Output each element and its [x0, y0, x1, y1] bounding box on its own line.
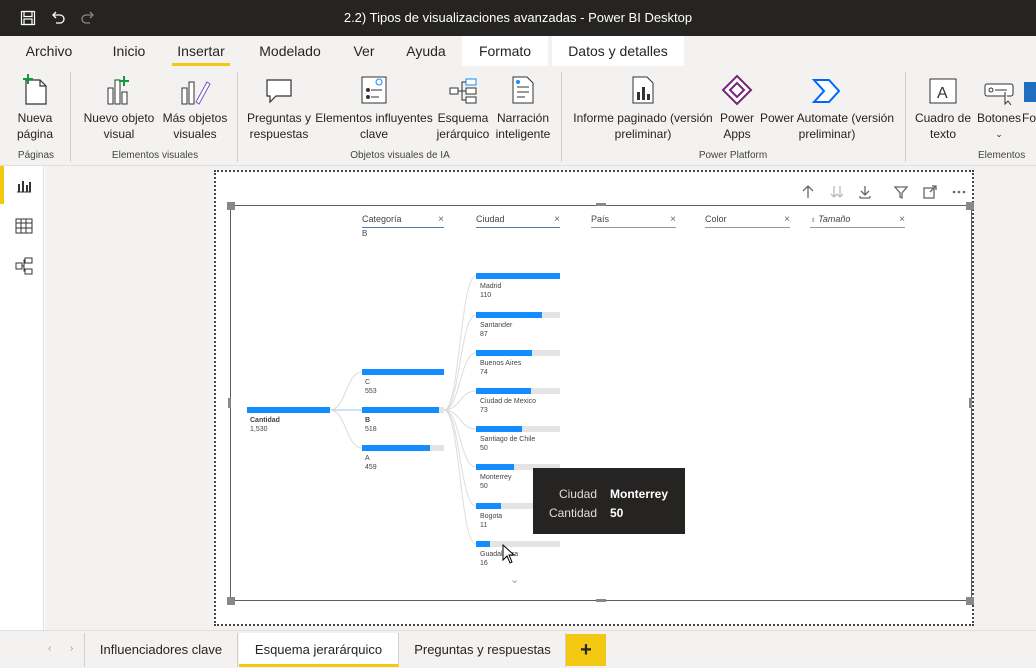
tree-node-value: 553	[365, 388, 377, 395]
tree-node-bar[interactable]	[476, 426, 560, 432]
tree-node-value: 50	[480, 483, 488, 490]
tooltip-key: Ciudad	[558, 487, 597, 501]
tree-node-fill	[476, 312, 543, 318]
tree-node-label: Cantidad	[250, 417, 280, 424]
page-tab-esquema[interactable]: Esquema jerarárquico	[239, 633, 399, 667]
chevron-left-icon[interactable]: ‹	[48, 643, 51, 654]
tree-node-label: Ciudad de Mexico	[480, 398, 537, 405]
tree-node-value: 50	[480, 445, 488, 452]
tree-node-bar[interactable]	[247, 407, 330, 413]
tree-node-bar[interactable]	[362, 407, 444, 413]
tree-node-fill	[476, 503, 502, 509]
page-tab-influenciadores[interactable]: Influenciadores clave	[84, 633, 238, 667]
tooltip: Ciudad Monterrey Cantidad 50	[533, 468, 685, 534]
scroll-down-chevron-icon[interactable]: ⌄	[510, 573, 519, 586]
tree-node-value: 16	[480, 560, 488, 567]
tree-node-bar[interactable]	[476, 350, 560, 356]
tree-node-value: 11	[480, 522, 488, 529]
tree-node-label: B	[365, 417, 371, 424]
tree-node-fill	[476, 350, 533, 356]
tree-node-fill	[476, 464, 514, 470]
tree-node-label: Buenos Aires	[480, 360, 522, 367]
tree-node-value: 518	[365, 426, 377, 433]
tree-node-label: A	[365, 455, 370, 462]
tree-node-fill	[476, 388, 532, 394]
tree-node-label: Monterrey	[480, 474, 512, 481]
tree-node-bar[interactable]	[362, 369, 444, 375]
tree-node-bar[interactable]	[476, 388, 560, 394]
page-tabs-bar: ‹ › Influenciadores clave Esquema jerará…	[0, 630, 1036, 668]
tree-node-label: Santander	[480, 322, 513, 329]
tree-node-fill	[362, 369, 444, 375]
tree-node-fill	[362, 407, 440, 413]
page-tab-preguntas[interactable]: Preguntas y respuestas	[400, 633, 566, 667]
tree-node-value: 74	[480, 369, 488, 376]
tree-node-value: 73	[480, 407, 488, 414]
tree-node-fill	[247, 407, 330, 413]
tooltip-value: Monterrey	[610, 487, 669, 501]
tree-node-label: Bogota	[480, 513, 503, 520]
tree-node-bar[interactable]	[476, 541, 560, 547]
tree-node-value: 87	[480, 331, 488, 338]
tree-node-value: 110	[480, 292, 492, 299]
tree-node-label: Santiago de Chile	[480, 436, 536, 443]
chevron-right-icon[interactable]: ›	[70, 643, 73, 654]
tree-node-bar[interactable]	[476, 273, 560, 279]
tooltip-value: 50	[610, 506, 624, 520]
tree-node-fill	[476, 426, 523, 432]
tree-node-fill	[362, 445, 431, 451]
tree-connectors	[329, 275, 477, 545]
tree-node-label: C	[365, 379, 371, 386]
mouse-cursor-icon	[502, 544, 516, 564]
tree-node-fill	[476, 273, 560, 279]
add-page-button[interactable]: +	[566, 634, 606, 666]
tree-node-label: Madrid	[480, 283, 502, 290]
tree-node-value: 1,530	[250, 426, 268, 433]
tree-node-value: 459	[365, 464, 377, 471]
tree-node-bar[interactable]	[362, 445, 444, 451]
tree-node-bar[interactable]	[476, 312, 560, 318]
tree-node-fill	[476, 541, 491, 547]
tooltip-key: Cantidad	[548, 506, 597, 520]
